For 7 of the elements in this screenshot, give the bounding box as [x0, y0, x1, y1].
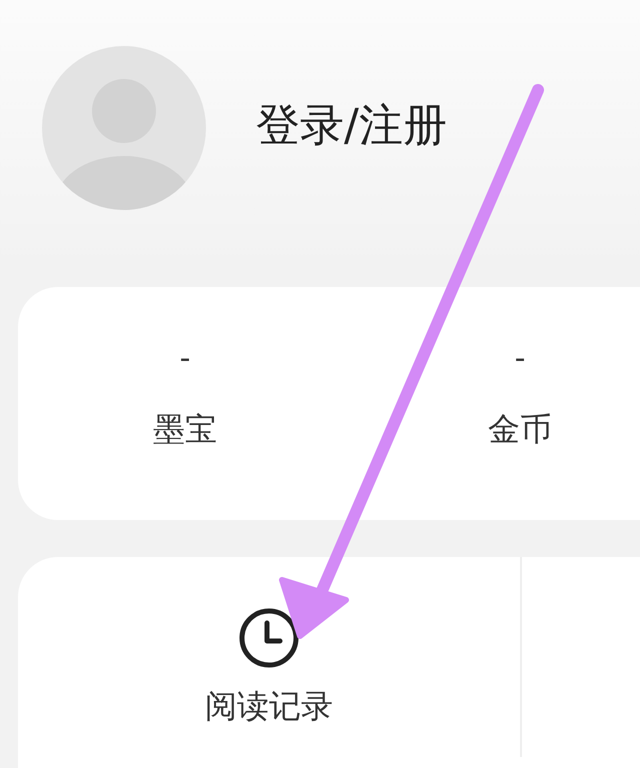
stat-label: 墨宝	[153, 409, 217, 449]
stat-label: 金币	[488, 409, 552, 449]
login-register-link[interactable]: 登录/注册	[256, 96, 447, 154]
reading-history-link[interactable]: 阅读记录	[205, 685, 333, 729]
stat-value: -	[180, 340, 190, 378]
stat-value: -	[514, 340, 526, 378]
clock-icon[interactable]	[238, 607, 300, 669]
